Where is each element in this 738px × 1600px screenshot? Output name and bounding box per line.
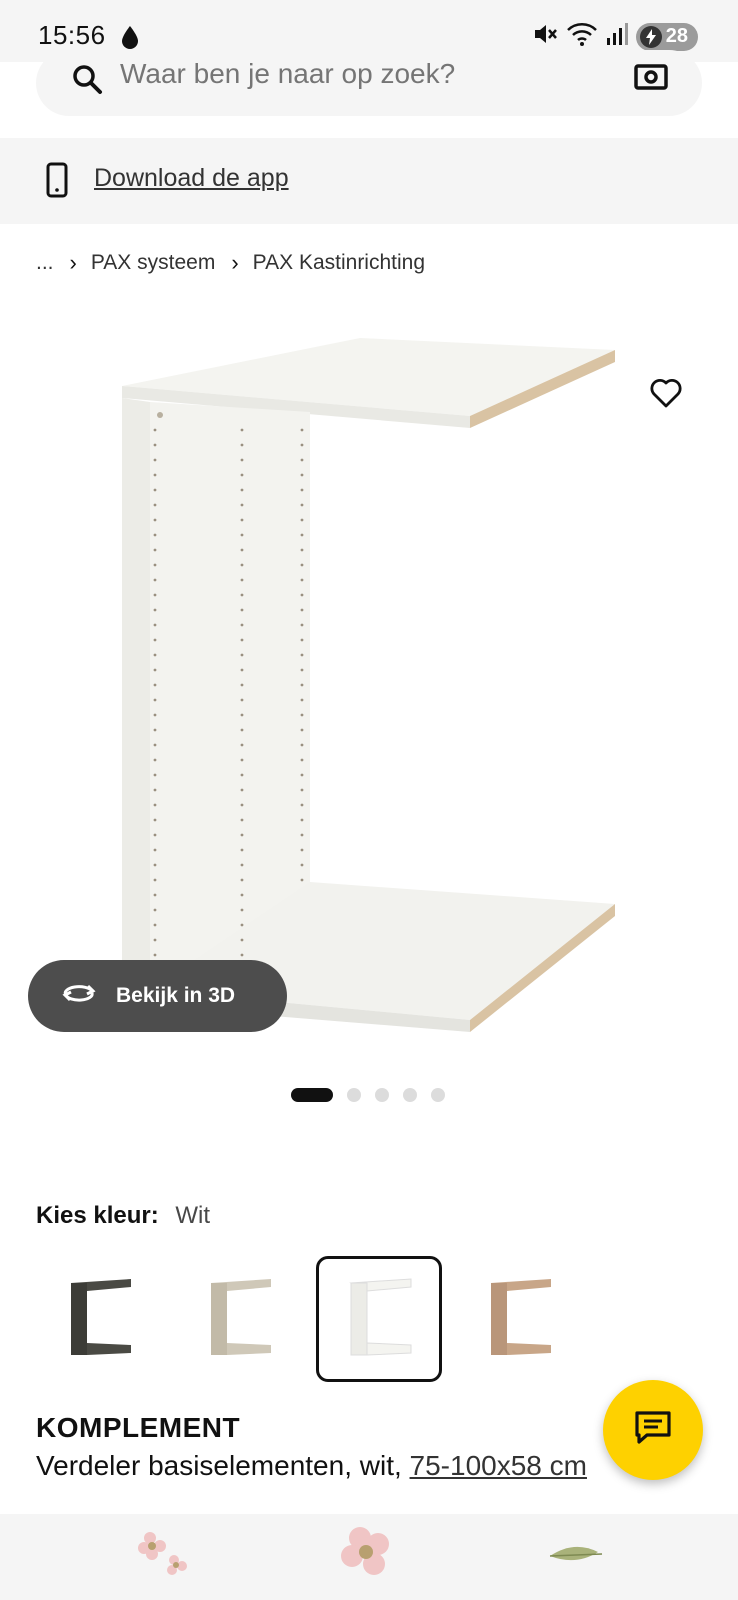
chat-button[interactable]: [603, 1380, 703, 1480]
color-swatch-beige[interactable]: [176, 1256, 302, 1382]
search-bar[interactable]: [36, 50, 702, 116]
selected-color-value: Wit: [175, 1202, 211, 1229]
color-swatch-zwartbruin[interactable]: [36, 1256, 162, 1382]
download-app-link[interactable]: Download de app: [94, 164, 289, 193]
product-image[interactable]: [110, 330, 630, 1055]
battery-charging-icon: 28: [635, 22, 698, 51]
color-selector-label: Kies kleur: Wit: [36, 1202, 210, 1230]
chat-icon: [634, 1410, 672, 1451]
bottom-banner: [0, 1514, 738, 1600]
smartphone-icon: [46, 162, 68, 203]
leaf-decoration-icon: [548, 1542, 604, 1571]
breadcrumb: ... › PAX systeem › PAX Kastinrichting: [36, 250, 425, 276]
wifi-icon: [566, 22, 598, 51]
color-swatch-wit[interactable]: [316, 1256, 442, 1382]
rotate-3d-icon: [60, 981, 98, 1011]
mute-icon: [532, 22, 558, 51]
carousel-dot[interactable]: [291, 1088, 333, 1102]
carousel-dot[interactable]: [403, 1088, 417, 1102]
status-icons: 28: [532, 22, 698, 51]
signal-icon: [606, 22, 628, 51]
product-dimensions-link[interactable]: 75-100x58 cm: [410, 1450, 587, 1481]
chevron-right-icon: ›: [231, 250, 239, 275]
view-in-3d-button[interactable]: Bekijk in 3D: [28, 960, 287, 1032]
search-input[interactable]: [120, 58, 600, 90]
color-swatches: [36, 1256, 596, 1382]
breadcrumb-item-pax-systeem[interactable]: PAX systeem: [91, 251, 215, 275]
flower-decoration-icon: [136, 1530, 190, 1581]
product-description-text: Verdeler basiselementen, wit,: [36, 1450, 410, 1481]
flower-decoration-icon: [338, 1526, 398, 1587]
color-swatch-eikeneffect[interactable]: [456, 1256, 582, 1382]
breadcrumb-ellipsis[interactable]: ...: [36, 251, 54, 275]
chevron-right-icon: ›: [69, 250, 77, 275]
color-label-text: Kies kleur:: [36, 1202, 159, 1229]
search-area: [0, 50, 738, 136]
carousel-dots: [291, 1088, 445, 1102]
product-description: Verdeler basiselementen, wit, 75-100x58 …: [36, 1450, 587, 1482]
heart-icon[interactable]: [650, 378, 682, 413]
product-name: KOMPLEMENT: [36, 1412, 241, 1443]
battery-level: 28: [665, 25, 688, 47]
app-download-banner: Download de app: [0, 138, 738, 224]
carousel-dot[interactable]: [375, 1088, 389, 1102]
view-in-3d-label: Bekijk in 3D: [116, 984, 236, 1007]
status-time: 15:56: [38, 20, 106, 50]
camera-search-icon[interactable]: [634, 58, 668, 97]
breadcrumb-item-pax-kastinrichting[interactable]: PAX Kastinrichting: [253, 251, 425, 275]
carousel-dot[interactable]: [431, 1088, 445, 1102]
search-icon: [70, 62, 104, 101]
carousel-dot[interactable]: [347, 1088, 361, 1102]
